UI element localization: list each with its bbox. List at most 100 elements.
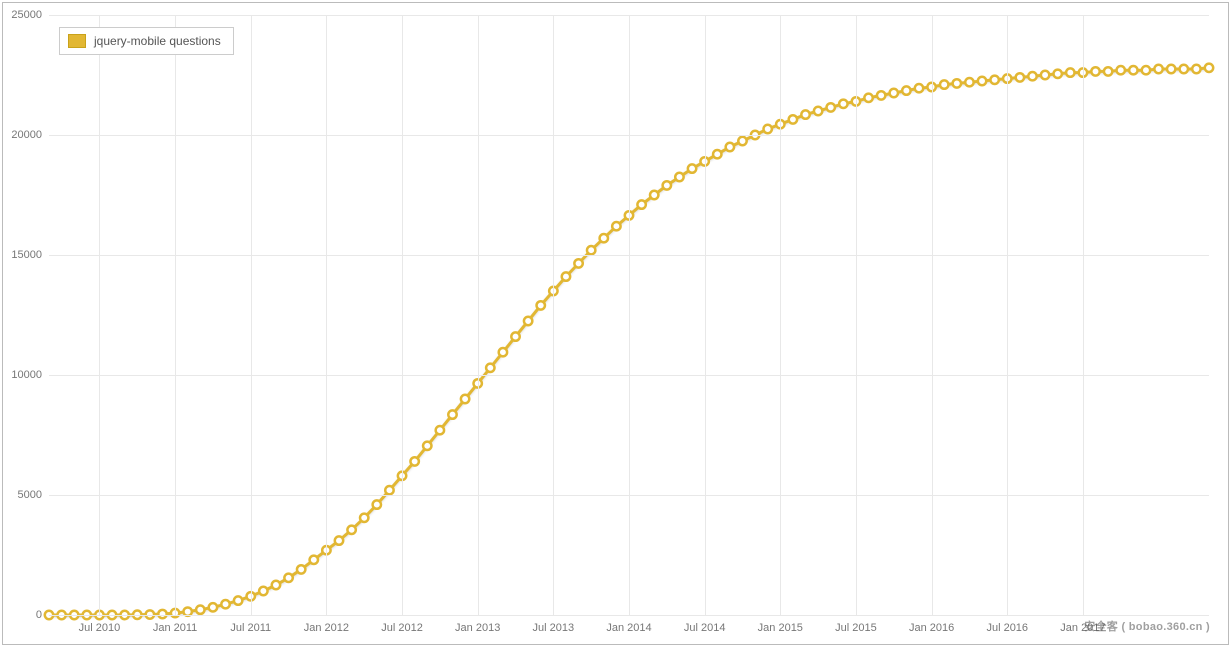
data-point[interactable] xyxy=(600,234,608,242)
data-point[interactable] xyxy=(902,86,910,94)
data-point[interactable] xyxy=(1028,72,1036,80)
data-point[interactable] xyxy=(940,80,948,88)
grid-line-v xyxy=(402,15,403,615)
data-point[interactable] xyxy=(574,259,582,267)
data-point[interactable] xyxy=(663,181,671,189)
data-point[interactable] xyxy=(486,364,494,372)
data-point[interactable] xyxy=(461,395,469,403)
data-point[interactable] xyxy=(410,457,418,465)
data-point[interactable] xyxy=(675,173,683,181)
grid-line-v xyxy=(932,15,933,615)
x-tick-label: Jul 2011 xyxy=(230,622,271,634)
x-tick-label: Jan 2012 xyxy=(304,622,349,634)
data-point[interactable] xyxy=(436,426,444,434)
x-tick-label: Jan 2014 xyxy=(606,622,651,634)
data-point[interactable] xyxy=(1104,67,1112,75)
data-point[interactable] xyxy=(196,606,204,614)
data-point[interactable] xyxy=(423,442,431,450)
x-tick-label: Jan 2013 xyxy=(455,622,500,634)
data-point[interactable] xyxy=(1205,64,1213,72)
data-point[interactable] xyxy=(1192,65,1200,73)
data-point[interactable] xyxy=(738,137,746,145)
data-point[interactable] xyxy=(272,581,280,589)
data-point[interactable] xyxy=(1016,73,1024,81)
data-point[interactable] xyxy=(726,143,734,151)
data-point[interactable] xyxy=(335,536,343,544)
legend-swatch xyxy=(68,34,86,48)
data-point[interactable] xyxy=(297,565,305,573)
data-point[interactable] xyxy=(1129,66,1137,74)
data-point[interactable] xyxy=(347,526,355,534)
data-point[interactable] xyxy=(1117,66,1125,74)
data-point[interactable] xyxy=(499,348,507,356)
data-point[interactable] xyxy=(839,100,847,108)
data-point[interactable] xyxy=(385,486,393,494)
data-point[interactable] xyxy=(1053,70,1061,78)
data-point[interactable] xyxy=(310,556,318,564)
x-tick-label: Jan 2011 xyxy=(153,622,197,634)
data-point[interactable] xyxy=(688,164,696,172)
grid-line-v xyxy=(780,15,781,615)
grid-line-v xyxy=(553,15,554,615)
x-tick-label: Jul 2016 xyxy=(986,622,1028,634)
x-tick-label: Jul 2012 xyxy=(381,622,423,634)
data-point[interactable] xyxy=(990,76,998,84)
data-point[interactable] xyxy=(284,574,292,582)
grid-line-v xyxy=(326,15,327,615)
grid-line-v xyxy=(99,15,100,615)
data-point[interactable] xyxy=(978,77,986,85)
data-point[interactable] xyxy=(1041,71,1049,79)
data-point[interactable] xyxy=(877,91,885,99)
grid-line-h xyxy=(49,615,1209,616)
grid-line-v xyxy=(175,15,176,615)
data-point[interactable] xyxy=(1167,65,1175,73)
legend: jquery-mobile questions xyxy=(59,27,234,55)
x-tick-label: Jul 2013 xyxy=(533,622,575,634)
data-point[interactable] xyxy=(448,410,456,418)
data-point[interactable] xyxy=(965,78,973,86)
y-tick-label: 25000 xyxy=(2,9,42,21)
y-tick-label: 0 xyxy=(2,609,42,621)
grid-line-v xyxy=(1083,15,1084,615)
data-point[interactable] xyxy=(801,110,809,118)
y-tick-label: 5000 xyxy=(2,489,42,501)
data-point[interactable] xyxy=(827,103,835,111)
data-point[interactable] xyxy=(373,500,381,508)
x-tick-label: Jan 2015 xyxy=(758,622,803,634)
data-point[interactable] xyxy=(1091,67,1099,75)
data-point[interactable] xyxy=(259,587,267,595)
x-tick-label: Jul 2010 xyxy=(79,622,121,634)
data-point[interactable] xyxy=(511,332,519,340)
data-point[interactable] xyxy=(587,246,595,254)
data-point[interactable] xyxy=(562,272,570,280)
data-point[interactable] xyxy=(234,596,242,604)
watermark: 安全客 ( bobao.360.cn ) xyxy=(1084,618,1210,634)
data-point[interactable] xyxy=(612,222,620,230)
data-point[interactable] xyxy=(1142,66,1150,74)
grid-line-v xyxy=(629,15,630,615)
data-point[interactable] xyxy=(763,125,771,133)
data-point[interactable] xyxy=(360,514,368,522)
data-point[interactable] xyxy=(1066,68,1074,76)
data-point[interactable] xyxy=(814,107,822,115)
data-point[interactable] xyxy=(221,600,229,608)
data-point[interactable] xyxy=(1154,65,1162,73)
data-point[interactable] xyxy=(713,150,721,158)
y-tick-label: 10000 xyxy=(2,369,42,381)
grid-line-v xyxy=(856,15,857,615)
data-point[interactable] xyxy=(915,84,923,92)
data-point[interactable] xyxy=(209,603,217,611)
x-tick-label: Jul 2015 xyxy=(835,622,877,634)
data-point[interactable] xyxy=(537,301,545,309)
data-point[interactable] xyxy=(1180,65,1188,73)
data-point[interactable] xyxy=(953,79,961,87)
data-point[interactable] xyxy=(650,191,658,199)
data-point[interactable] xyxy=(789,115,797,123)
data-point[interactable] xyxy=(864,94,872,102)
data-point[interactable] xyxy=(890,89,898,97)
grid-line-v xyxy=(705,15,706,615)
data-point[interactable] xyxy=(524,317,532,325)
y-tick-label: 15000 xyxy=(2,249,42,261)
data-point[interactable] xyxy=(637,200,645,208)
grid-line-v xyxy=(251,15,252,615)
